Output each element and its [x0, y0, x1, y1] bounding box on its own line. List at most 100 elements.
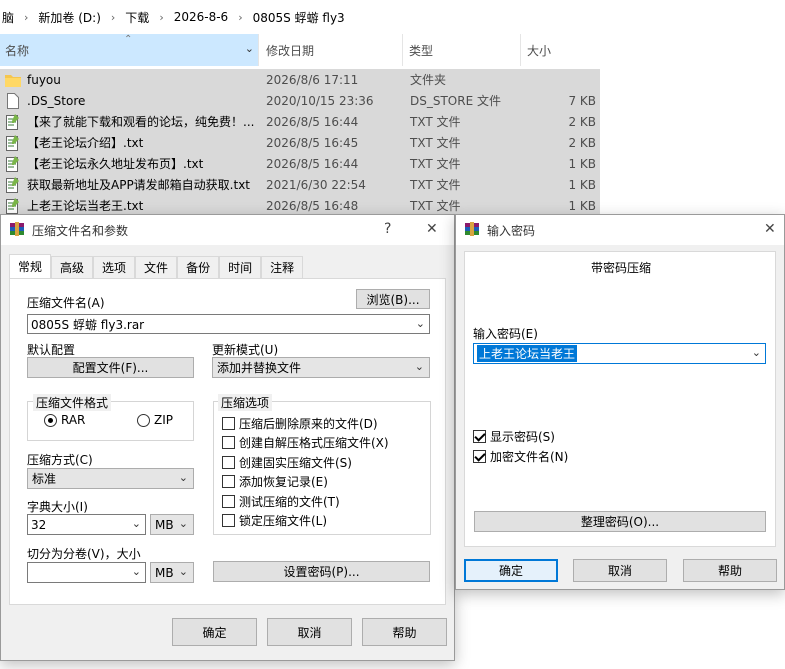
- breadcrumb-item[interactable]: 新加卷 (D:): [36, 9, 102, 26]
- tab-options[interactable]: 选项: [93, 256, 136, 278]
- text-file-icon: [5, 155, 21, 172]
- chevron-down-icon[interactable]: ⌄: [132, 517, 141, 530]
- format-zip-radio[interactable]: ZIP: [137, 413, 173, 427]
- checkbox-box: [222, 436, 235, 449]
- file-row[interactable]: 【来了就能下载和观看的论坛，纯免费！... 2026/8/5 16:44 TXT…: [0, 111, 600, 132]
- browse-button[interactable]: 浏览(B)...: [356, 289, 430, 309]
- update-mode-value: 添加并替换文件: [217, 361, 302, 375]
- dictionary-size-value: 32: [31, 517, 47, 532]
- tab-advanced[interactable]: 高级: [51, 256, 94, 278]
- file-size: 1 KB: [568, 198, 596, 213]
- ok-button[interactable]: 确定: [172, 618, 257, 646]
- help-button[interactable]: 帮助: [362, 618, 447, 646]
- dictionary-unit-select[interactable]: MB ⌄: [150, 514, 194, 535]
- file-date: 2021/6/30 22:54: [266, 177, 366, 192]
- delete-after-archiving-checkbox[interactable]: 压缩后删除原来的文件(D): [222, 415, 378, 432]
- chevron-down-icon[interactable]: ⌄: [179, 517, 188, 530]
- file-date: 2020/10/15 23:36: [266, 93, 374, 108]
- solid-archive-checkbox[interactable]: 创建固实压缩文件(S): [222, 454, 352, 471]
- breadcrumb-item[interactable]: 0805S 蜉蝣 fly3: [251, 9, 347, 26]
- password-dialog-titlebar[interactable]: 输入密码 ✕: [456, 215, 784, 245]
- profiles-button[interactable]: 配置文件(F)...: [27, 357, 194, 378]
- chevron-down-icon[interactable]: ⌄: [416, 317, 425, 330]
- compression-method-select[interactable]: 标准 ⌄: [27, 468, 194, 489]
- file-name: 获取最新地址及APP请发邮箱自动获取.txt: [27, 178, 251, 192]
- chevron-down-icon[interactable]: ⌄: [179, 565, 188, 578]
- recovery-record-checkbox[interactable]: 添加恢复记录(E): [222, 473, 328, 490]
- show-password-checkbox[interactable]: 显示密码(S): [473, 428, 555, 445]
- archive-format-title: 压缩文件格式: [33, 394, 112, 411]
- file-name: 【来了就能下载和观看的论坛，纯免费！...: [27, 115, 255, 129]
- test-archived-files-checkbox[interactable]: 测试压缩的文件(T): [222, 493, 340, 510]
- close-icon[interactable]: ✕: [764, 221, 776, 237]
- close-icon[interactable]: ✕: [426, 221, 438, 237]
- password-value: 上老王论坛当老王: [477, 345, 578, 362]
- file-size: 2 KB: [568, 114, 596, 129]
- chevron-down-icon[interactable]: ⌄: [415, 360, 424, 373]
- radio-unselected-icon: [137, 413, 150, 427]
- archive-dialog-titlebar[interactable]: 压缩文件名和参数 ? ✕: [1, 215, 454, 245]
- text-file-icon: [5, 113, 21, 130]
- file-row[interactable]: 【老王论坛永久地址发布页】.txt 2026/8/5 16:44 TXT 文件 …: [0, 153, 600, 174]
- checkbox-box: [222, 495, 235, 508]
- file-row[interactable]: 获取最新地址及APP请发邮箱自动获取.txt 2021/6/30 22:54 T…: [0, 174, 600, 195]
- encrypt-file-names-checkbox[interactable]: 加密文件名(N): [473, 448, 568, 465]
- chevron-right-icon: ›: [110, 10, 116, 24]
- archive-name-label: 压缩文件名(A): [27, 296, 105, 310]
- folder-icon: [5, 72, 21, 88]
- dictionary-unit-value: MB: [155, 517, 174, 532]
- chevron-right-icon: ›: [159, 10, 164, 24]
- password-help-button[interactable]: 帮助: [683, 559, 777, 582]
- tab-backup[interactable]: 备份: [177, 256, 220, 278]
- file-date: 2026/8/5 16:48: [266, 198, 359, 213]
- text-file-icon: [5, 134, 21, 151]
- help-icon[interactable]: ?: [384, 221, 391, 237]
- file-name: .DS_Store: [27, 93, 86, 108]
- column-header-type[interactable]: 类型: [403, 34, 521, 66]
- checkbox-label: 压缩后删除原来的文件(D): [239, 417, 378, 431]
- encrypt-file-names-label: 加密文件名(N): [490, 450, 569, 464]
- chevron-down-icon[interactable]: ⌄: [752, 346, 761, 359]
- radio-selected-icon: [44, 413, 57, 427]
- file-date: 2026/8/5 16:45: [266, 135, 359, 150]
- tab-general[interactable]: 常规: [9, 254, 52, 278]
- lock-archive-checkbox[interactable]: 锁定压缩文件(L): [222, 512, 327, 529]
- dictionary-size-select[interactable]: 32 ⌄: [27, 514, 146, 535]
- chevron-down-icon[interactable]: ⌄: [179, 471, 188, 484]
- file-type: TXT 文件: [410, 115, 461, 129]
- tab-time[interactable]: 时间: [219, 256, 262, 278]
- organize-passwords-button[interactable]: 整理密码(O)...: [474, 511, 766, 532]
- set-password-button[interactable]: 设置密码(P)...: [213, 561, 430, 582]
- update-mode-select[interactable]: 添加并替换文件 ⌄: [212, 357, 430, 378]
- file-type: TXT 文件: [410, 199, 461, 213]
- file-row[interactable]: 【老王论坛介绍】.txt 2026/8/5 16:45 TXT 文件 2 KB: [0, 132, 600, 153]
- file-type: TXT 文件: [410, 136, 461, 150]
- chevron-down-icon[interactable]: ⌄: [132, 565, 141, 578]
- file-size: 2 KB: [568, 135, 596, 150]
- password-ok-button[interactable]: 确定: [464, 559, 558, 582]
- column-header-name[interactable]: ⌃ 名称 ⌄: [0, 34, 259, 66]
- file-row[interactable]: .DS_Store 2020/10/15 23:36 DS_STORE 文件 7…: [0, 90, 600, 111]
- password-input[interactable]: 上老王论坛当老王 ⌄: [473, 343, 766, 364]
- tab-files[interactable]: 文件: [135, 256, 178, 278]
- split-volumes-input[interactable]: ⌄: [27, 562, 146, 583]
- password-cancel-button[interactable]: 取消: [573, 559, 667, 582]
- tab-comment[interactable]: 注释: [261, 256, 304, 278]
- format-rar-label: RAR: [61, 413, 86, 427]
- show-password-label: 显示密码(S): [490, 430, 555, 444]
- file-row[interactable]: 上老王论坛当老王.txt 2026/8/5 16:48 TXT 文件 1 KB: [0, 195, 600, 216]
- chevron-down-icon[interactable]: ⌄: [245, 42, 254, 55]
- breadcrumb[interactable]: 脑 › 新加卷 (D:) › 下载 › 2026-8-6 › 0805S 蜉蝣 …: [0, 0, 785, 34]
- column-header-date[interactable]: 修改日期: [259, 34, 403, 66]
- breadcrumb-item[interactable]: 2026-8-6: [172, 10, 230, 24]
- create-sfx-checkbox[interactable]: 创建自解压格式压缩文件(X): [222, 434, 389, 451]
- breadcrumb-item[interactable]: 脑: [0, 9, 16, 26]
- column-header-size[interactable]: 大小: [521, 34, 600, 66]
- format-rar-radio[interactable]: RAR: [44, 413, 85, 427]
- file-row[interactable]: fuyou 2026/8/6 17:11 文件夹: [0, 69, 600, 90]
- cancel-button[interactable]: 取消: [267, 618, 352, 646]
- archive-name-input[interactable]: 0805S 蜉蝣 fly3.rar ⌄: [27, 314, 430, 334]
- split-unit-select[interactable]: MB ⌄: [150, 562, 194, 583]
- breadcrumb-item[interactable]: 下载: [123, 9, 151, 26]
- checkbox-box: [222, 475, 235, 488]
